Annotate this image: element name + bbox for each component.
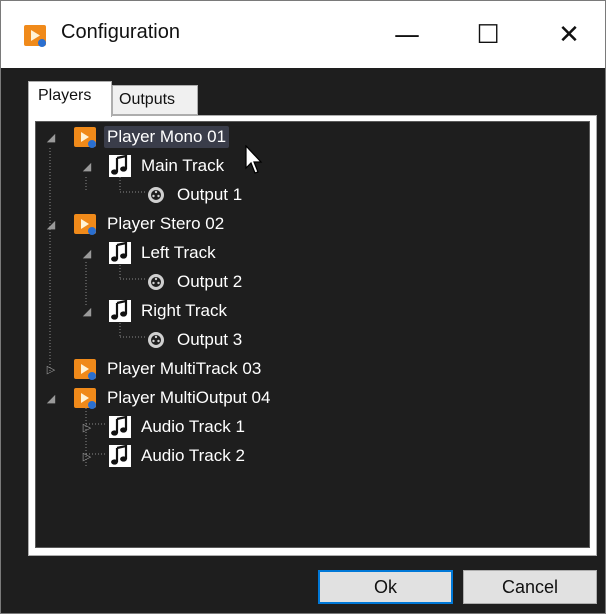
minimize-button[interactable]: — (372, 1, 442, 68)
music-note-icon (109, 299, 131, 322)
tree-item-label: Left Track (141, 243, 216, 262)
tree-item-player[interactable]: Player MultiOutput 04 (74, 385, 273, 411)
tree-item-track[interactable]: Audio Track 1 (108, 414, 248, 440)
collapse-arrow-icon[interactable]: ◢ (44, 217, 58, 231)
music-note-icon (109, 444, 131, 467)
window-title: Configuration (61, 21, 180, 43)
tree-item-player[interactable]: Player Stero 02 (74, 211, 227, 237)
collapse-arrow-icon[interactable]: ◢ (80, 246, 94, 260)
collapse-arrow-icon[interactable]: ◢ (80, 159, 94, 173)
player-icon (74, 388, 96, 409)
tree-item-track[interactable]: Right Track (108, 298, 230, 324)
tree-item-label: Output 1 (177, 185, 243, 204)
minimize-icon: — (394, 19, 420, 50)
player-icon (74, 359, 96, 380)
output-jack-icon (148, 332, 164, 348)
tree-item-track[interactable]: Left Track (108, 240, 219, 266)
tab-players[interactable]: Players (28, 81, 112, 117)
maximize-icon: ☐ (476, 19, 500, 50)
tree-guide-lines (49, 148, 146, 467)
tree-item-track[interactable]: Audio Track 2 (108, 443, 248, 469)
tree-item-player[interactable]: Player Mono 01 (74, 124, 230, 150)
close-icon: ✕ (558, 19, 580, 50)
collapse-arrow-icon[interactable]: ◢ (44, 391, 58, 405)
players-tree[interactable]: ◢ Player Mono 01 ◢ Main Track Output 1 ◢ Playe… (35, 121, 590, 548)
expand-arrow-icon[interactable]: ▷ (80, 449, 94, 463)
mouse-cursor-icon (245, 145, 263, 174)
title-bar[interactable]: Configuration — ☐ ✕ (1, 1, 605, 68)
app-icon (24, 25, 46, 47)
maximize-button[interactable]: ☐ (453, 1, 523, 68)
output-jack-icon (148, 187, 164, 203)
player-icon (74, 127, 96, 148)
tree-item-label: Audio Track 2 (141, 446, 245, 465)
output-jack-icon (148, 274, 164, 290)
music-note-icon (109, 415, 131, 438)
tree-item-label: Player MultiTrack 03 (107, 359, 262, 378)
tree-item-label: Audio Track 1 (141, 417, 245, 436)
cancel-button[interactable]: Cancel (463, 570, 597, 604)
tree-item-track[interactable]: Main Track (108, 153, 227, 179)
tree-item-label: Player MultiOutput 04 (107, 388, 271, 407)
expand-arrow-icon[interactable]: ▷ (44, 362, 58, 376)
close-button[interactable]: ✕ (534, 1, 604, 68)
tree-item-label: Player Stero 02 (107, 214, 225, 233)
tab-outputs[interactable]: Outputs (112, 85, 198, 115)
collapse-arrow-icon[interactable]: ◢ (44, 130, 58, 144)
tree-item-label: Output 3 (177, 330, 243, 349)
tree-item-output[interactable]: Output 1 (144, 182, 245, 208)
configuration-window: Configuration — ☐ ✕ Players Outputs ◢ Pl… (0, 0, 606, 614)
ok-button[interactable]: Ok (318, 570, 453, 604)
player-icon (74, 214, 96, 235)
tree-item-label: Main Track (141, 156, 225, 175)
tree-item-output[interactable]: Output 2 (144, 269, 245, 295)
tree-item-label: Output 2 (177, 272, 243, 291)
music-note-icon (109, 241, 131, 264)
tree-item-label: Player Mono 01 (104, 126, 230, 148)
music-note-icon (109, 154, 131, 177)
tree-item-player[interactable]: Player MultiTrack 03 (74, 356, 264, 382)
collapse-arrow-icon[interactable]: ◢ (80, 304, 94, 318)
expand-arrow-icon[interactable]: ▷ (80, 420, 94, 434)
tree-item-output[interactable]: Output 3 (144, 327, 245, 353)
tree-item-label: Right Track (141, 301, 227, 320)
